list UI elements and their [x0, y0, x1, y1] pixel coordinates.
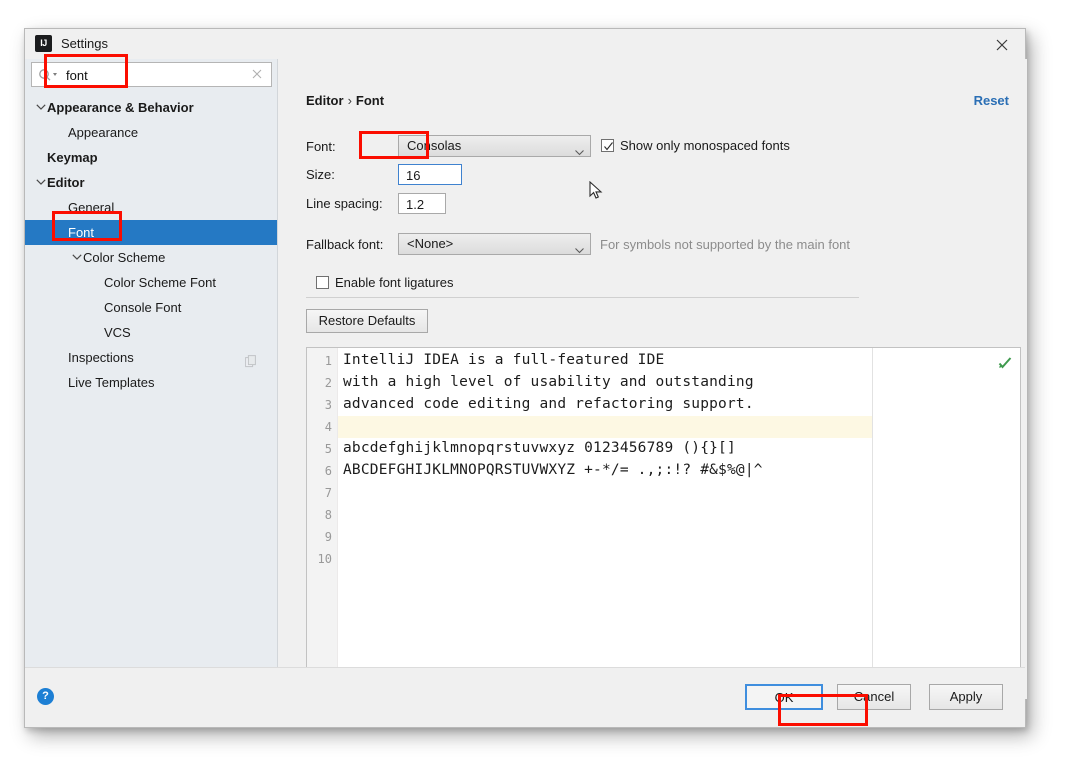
- help-icon[interactable]: ?: [37, 688, 54, 705]
- enable-ligatures-checkbox[interactable]: Enable font ligatures: [316, 275, 454, 290]
- sidebar-item-general[interactable]: General: [25, 195, 277, 220]
- line-spacing-input[interactable]: [404, 194, 444, 215]
- editor-line-text: abcdefghijklmnopqrstuvwxyz 0123456789 ()…: [343, 440, 736, 456]
- editor-line-text: with a high level of usability and outst…: [343, 374, 754, 390]
- sidebar-item-label: Live Templates: [68, 375, 155, 390]
- fallback-font-label: Fallback font:: [306, 237, 384, 252]
- section-divider: [306, 297, 859, 298]
- checkbox-checked-icon: [601, 139, 614, 152]
- dialog-titlebar: IJ Settings: [25, 29, 1025, 59]
- font-label: Font:: [306, 139, 336, 154]
- settings-sidebar: Appearance & Behavior Appearance Keymap Edi…: [25, 59, 278, 699]
- ok-button[interactable]: OK: [745, 684, 823, 710]
- sidebar-item-font[interactable]: Font: [25, 220, 277, 245]
- editor-line-number: 9: [324, 530, 332, 544]
- line-spacing-field[interactable]: [398, 193, 446, 215]
- show-monospaced-checkbox[interactable]: Show only monospaced fonts: [601, 138, 790, 153]
- intellij-logo-icon: IJ: [35, 35, 52, 52]
- editor-line-number: 6: [324, 464, 332, 478]
- editor-line-number: 2: [324, 376, 332, 390]
- chevron-down-icon[interactable]: [35, 170, 47, 195]
- chevron-down-icon: [575, 143, 584, 161]
- sidebar-item-label: General: [68, 200, 115, 215]
- breadcrumb-leaf: Font: [355, 93, 385, 108]
- breadcrumb: Editor › Font: [306, 93, 384, 108]
- sidebar-item-keymap[interactable]: Keymap: [25, 145, 277, 170]
- sidebar-item-label: Editor: [47, 175, 85, 190]
- size-label: Size:: [306, 167, 335, 182]
- editor-line-number: 3: [324, 398, 332, 412]
- font-family-value: Consolas: [407, 138, 462, 153]
- font-preview-editor[interactable]: 1 2 3 4 5 6 7 8 9 10 IntelliJ IDEA is a full-feat…: [306, 347, 1021, 699]
- editor-gutter: 1 2 3 4 5 6 7 8 9 10: [307, 348, 338, 698]
- sidebar-item-label: Color Scheme: [83, 250, 166, 265]
- sidebar-item-color-scheme-font[interactable]: Color Scheme Font: [25, 270, 277, 295]
- copy-icon[interactable]: [245, 351, 257, 368]
- sidebar-item-label: Appearance: [68, 125, 139, 140]
- editor-line-number: 5: [324, 442, 332, 456]
- chevron-down-icon[interactable]: [71, 245, 83, 270]
- dialog-title: Settings: [61, 36, 108, 51]
- sidebar-item-vcs[interactable]: VCS: [25, 320, 277, 345]
- apply-button[interactable]: Apply: [929, 684, 1003, 710]
- enable-ligatures-label: Enable font ligatures: [335, 275, 454, 290]
- fallback-font-hint: For symbols not supported by the main fo…: [600, 237, 851, 252]
- sidebar-item-label: Keymap: [47, 150, 98, 165]
- checkbox-unchecked-icon: [316, 276, 329, 289]
- editor-line-text: advanced code editing and refactoring su…: [343, 396, 754, 412]
- editor-line-text: ABCDEFGHIJKLMNOPQRSTUVWXYZ +-*/= .,;:!? …: [343, 462, 763, 478]
- search-field[interactable]: [31, 62, 272, 88]
- sidebar-item-console-font[interactable]: Console Font: [25, 295, 277, 320]
- editor-line-number: 10: [317, 552, 332, 566]
- font-size-input[interactable]: [404, 165, 460, 186]
- show-monospaced-label: Show only monospaced fonts: [620, 138, 790, 153]
- sidebar-item-live-templates[interactable]: Live Templates: [25, 370, 277, 395]
- cancel-button[interactable]: Cancel: [837, 684, 911, 710]
- fallback-font-value: <None>: [407, 236, 454, 251]
- settings-detail-panel: Editor › Font Reset Font: Consolas Show on…: [278, 59, 1027, 699]
- sidebar-item-label: Appearance & Behavior: [47, 100, 194, 115]
- editor-right-separator: [872, 348, 873, 698]
- inspection-checkmark-icon[interactable]: [998, 356, 1012, 370]
- settings-dialog: IJ Settings Appearance: [24, 28, 1027, 728]
- sidebar-item-appearance-behavior[interactable]: Appearance & Behavior: [25, 95, 277, 120]
- breadcrumb-separator: ›: [347, 93, 352, 108]
- clear-icon[interactable]: [251, 67, 265, 81]
- dialog-footer: ? OK Cancel Apply: [25, 667, 1025, 727]
- restore-defaults-button[interactable]: Restore Defaults: [306, 309, 428, 333]
- settings-tree: Appearance & Behavior Appearance Keymap Edi…: [25, 95, 277, 395]
- search-input[interactable]: [64, 63, 248, 88]
- sidebar-item-color-scheme[interactable]: Color Scheme: [25, 245, 277, 270]
- sidebar-item-editor[interactable]: Editor: [25, 170, 277, 195]
- editor-line-number: 1: [324, 354, 332, 368]
- breadcrumb-root[interactable]: Editor: [306, 93, 344, 108]
- editor-line-number: 7: [324, 486, 332, 500]
- editor-line-text: IntelliJ IDEA is a full-featured IDE: [343, 352, 665, 368]
- editor-line-number: 8: [324, 508, 332, 522]
- search-icon: [38, 68, 60, 82]
- sidebar-item-appearance[interactable]: Appearance: [25, 120, 277, 145]
- sidebar-item-label: Color Scheme Font: [104, 275, 216, 290]
- sidebar-item-label: Inspections: [68, 350, 134, 365]
- editor-code-area: IntelliJ IDEA is a full-featured IDE with…: [339, 348, 869, 698]
- sidebar-item-label: VCS: [104, 325, 131, 340]
- sidebar-item-inspections[interactable]: Inspections: [25, 345, 277, 370]
- chevron-down-icon: [575, 241, 584, 259]
- sidebar-item-label: Console Font: [104, 300, 182, 315]
- sidebar-item-label: Font: [68, 225, 95, 240]
- font-size-field[interactable]: [398, 164, 462, 186]
- chevron-down-icon[interactable]: [35, 95, 47, 120]
- fallback-font-combobox[interactable]: <None>: [398, 233, 591, 255]
- mouse-cursor: [589, 180, 603, 206]
- line-spacing-label: Line spacing:: [306, 196, 383, 211]
- close-icon[interactable]: [985, 31, 1019, 57]
- editor-line-number: 4: [324, 420, 332, 434]
- font-family-combobox[interactable]: Consolas: [398, 135, 591, 157]
- reset-link[interactable]: Reset: [974, 93, 1009, 108]
